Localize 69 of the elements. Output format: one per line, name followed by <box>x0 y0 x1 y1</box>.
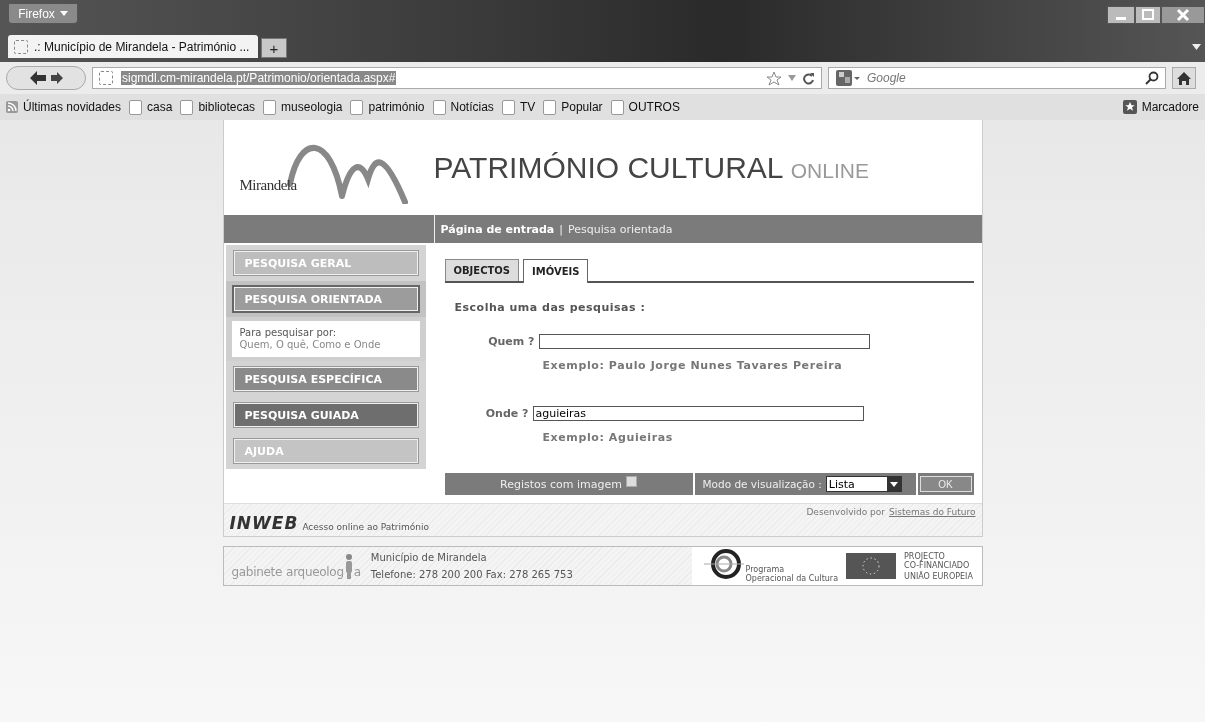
bookmark-page-icon <box>501 99 515 115</box>
bookmark-star-icon <box>1122 100 1137 114</box>
tab[interactable]: IMÓVEIS <box>523 259 589 283</box>
bookmark-item[interactable]: OUTROS <box>628 100 680 114</box>
gabinete-logo: gabinete arqueolog a <box>231 553 361 579</box>
bookmark-item[interactable]: casa <box>147 100 173 114</box>
tab[interactable]: OBJECTOS <box>444 259 520 281</box>
bookmarks-menu[interactable]: Marcadore <box>1141 100 1199 114</box>
bookmark-page-icon <box>543 99 557 115</box>
logo-caption: Operacional da Cultura <box>745 574 839 583</box>
new-tab-button[interactable]: + <box>261 38 287 58</box>
bookmark-page-icon <box>263 99 277 115</box>
search-engine-icon[interactable] <box>835 69 861 87</box>
bookmark-item[interactable]: património <box>368 100 425 114</box>
field-label: Onde ? <box>484 407 529 420</box>
bookmark-page-icon <box>610 99 624 115</box>
logo-caption: CO-FINANCIADO <box>904 560 971 570</box>
inweb-logo: INWEB <box>229 515 299 532</box>
home-icon <box>1177 71 1191 85</box>
bookmark-page-icon <box>180 99 194 115</box>
close-icon[interactable] <box>1161 6 1205 24</box>
search-field[interactable]: Google <box>828 67 1166 89</box>
breadcrumb-link[interactable]: Página de entrada <box>440 222 555 236</box>
logo-caption: Programa <box>745 565 785 574</box>
logo-caption: PROJECTO <box>904 551 946 561</box>
minimize-icon[interactable] <box>1107 6 1135 24</box>
footer-text: Acesso online ao Património <box>302 522 430 532</box>
field-label: Quem ? <box>487 335 535 348</box>
checkbox[interactable] <box>625 475 637 487</box>
view-mode-select[interactable]: Lista <box>825 476 902 492</box>
bookmark-item[interactable]: Últimas novidades <box>23 100 122 114</box>
select-label: Modo de visualização : <box>702 478 822 490</box>
form-heading: Escolha uma das pesquisas : <box>454 301 647 314</box>
hint-text: Quem, O quê, Como e Onde <box>239 339 382 351</box>
bookmark-item[interactable]: Popular <box>561 100 603 114</box>
caret-icon <box>59 11 68 16</box>
rss-icon <box>6 101 18 113</box>
breadcrumb-separator: | <box>559 222 563 236</box>
credit-text: Desenvolvido por <box>806 507 885 517</box>
logo-caption: UNIÃO EUROPEIA <box>904 571 973 581</box>
bookmark-page-icon <box>432 99 446 115</box>
input-field[interactable]: aguieiras <box>532 406 864 421</box>
back-forward-buttons[interactable] <box>6 66 86 90</box>
example-text: Exemplo: Paulo Jorge Nunes Tavares Pereira <box>542 359 844 372</box>
sidebar-menu-item[interactable]: PESQUISA GUIADA <box>233 403 418 427</box>
search-icon[interactable] <box>1145 71 1159 85</box>
hint-text: Para pesquisar por: <box>239 327 338 339</box>
bookmark-item[interactable]: TV <box>519 100 536 114</box>
tab-list-icon[interactable] <box>1192 44 1201 50</box>
bookmark-item[interactable]: Notícias <box>450 100 494 114</box>
input-field[interactable] <box>538 334 870 349</box>
breadcrumb-current: Pesquisa orientada <box>568 222 673 236</box>
bookmark-item[interactable]: bibliotecas <box>198 100 256 114</box>
browser-tab[interactable]: .: Município de Mirandela - Património ... <box>8 35 258 58</box>
home-button[interactable] <box>1172 67 1196 89</box>
contact-text: Telefone: 278 200 200 Fax: 278 265 753 <box>370 568 573 582</box>
credit-link[interactable]: Sistemas do Futuro <box>889 507 976 517</box>
contact-text: Município de Mirandela <box>370 551 488 565</box>
page-icon <box>14 39 28 54</box>
eu-flag-icon <box>846 553 897 579</box>
address-bar[interactable]: sigmdl.cm-mirandela.pt/Patrimonio/orientada.aspx# <box>92 67 822 89</box>
maximize-icon[interactable] <box>1135 6 1161 24</box>
bookmark-page-icon <box>350 99 364 115</box>
logo-text: Mirandela <box>239 177 297 194</box>
example-text: Exemplo: Aguieiras <box>542 431 674 444</box>
checkbox-label: Registos com imagem <box>500 477 622 491</box>
site-title: PATRIMÓNIO CULTURAL ONLINE <box>433 150 869 185</box>
bookmark-page-icon <box>129 99 143 115</box>
bookmark-item[interactable]: museologia <box>281 100 343 114</box>
